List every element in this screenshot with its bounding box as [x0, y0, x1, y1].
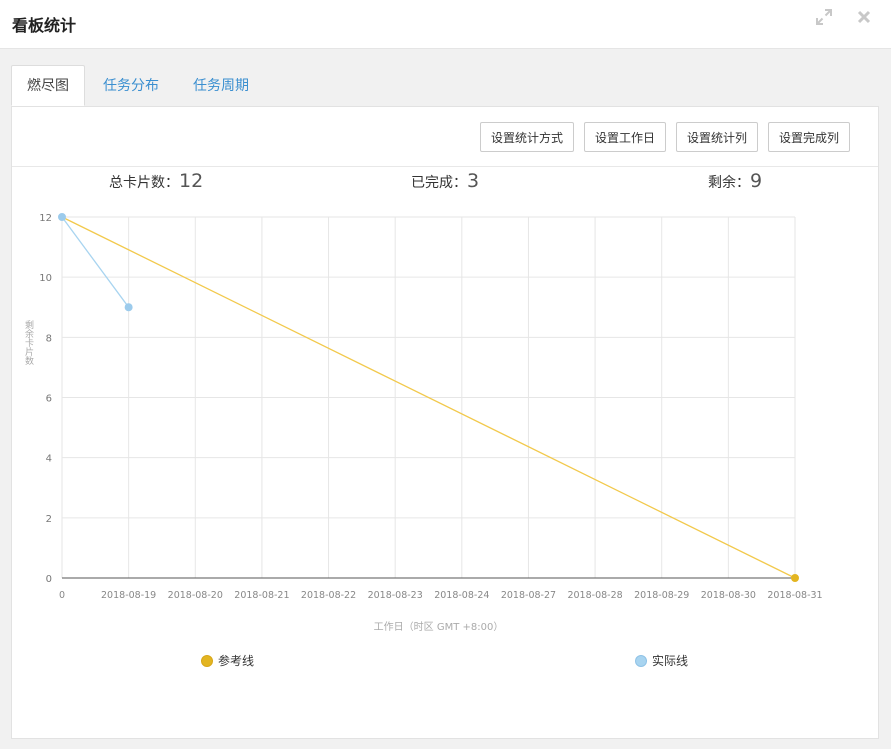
x-tick-label: 2018-08-20 [168, 590, 223, 601]
x-tick-label: 2018-08-21 [234, 590, 289, 601]
x-tick-label: 0 [59, 590, 65, 601]
y-tick-label: 6 [46, 394, 52, 405]
burndown-chart: 0 2 4 6 8 10 12 0 2018-08-19 2018-08-20 2018-08-21… [23, 213, 823, 633]
y-axis-title: 剩余卡片数 [23, 319, 34, 366]
y-tick-label: 4 [46, 454, 52, 465]
y-tick-label: 0 [46, 574, 52, 585]
legend-actual-marker [635, 654, 647, 667]
x-tick-label: 2018-08-24 [434, 590, 489, 601]
series-point-actual [124, 303, 133, 312]
legend-actual[interactable]: 实际线 [635, 652, 688, 669]
x-tick-label: 2018-08-28 [567, 590, 622, 601]
legend-reference[interactable]: 参考线 [201, 652, 254, 669]
x-tick-label: 2018-08-31 [767, 590, 822, 601]
y-tick-label: 8 [46, 333, 52, 344]
x-axis-title: 工作日（时区 GMT +8:00） [374, 621, 504, 633]
y-tick-label: 10 [39, 273, 52, 284]
x-tick-label: 2018-08-23 [368, 590, 423, 601]
x-tick-label: 2018-08-30 [701, 590, 756, 601]
y-tick-label: 2 [46, 514, 52, 525]
x-tick-label: 2018-08-29 [634, 590, 689, 601]
legend-reference-label: 参考线 [218, 654, 255, 668]
x-tick-label: 2018-08-22 [301, 590, 356, 601]
x-tick-label: 2018-08-27 [501, 590, 556, 601]
series-point-actual [58, 213, 66, 221]
x-tick-label: 2018-08-19 [101, 590, 156, 601]
series-line-actual [61, 216, 130, 308]
legend-actual-label: 实际线 [652, 654, 689, 668]
legend-reference-marker [201, 654, 213, 667]
y-tick-label: 12 [39, 213, 52, 224]
series-point-reference [791, 574, 799, 582]
